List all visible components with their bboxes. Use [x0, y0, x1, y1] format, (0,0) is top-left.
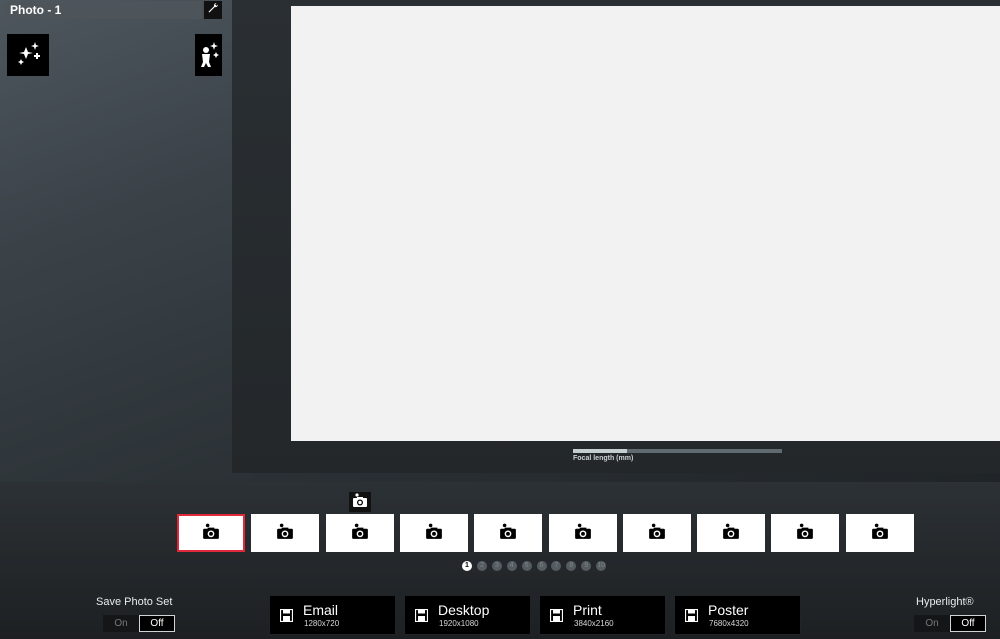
thumbnail-slot[interactable] [251, 514, 320, 552]
export-print-button[interactable]: Print 3840x2160 [539, 595, 666, 635]
page-dot[interactable]: 1 [462, 561, 472, 571]
page-dot[interactable]: 6 [536, 561, 547, 571]
focal-length-fill [573, 449, 628, 453]
thumbnail-slot[interactable] [548, 514, 617, 552]
export-size: 1280x720 [304, 619, 340, 628]
page-dot[interactable]: 5 [521, 561, 532, 571]
export-title: Email [303, 602, 339, 618]
save-icon [684, 608, 699, 627]
save-photo-set-on[interactable]: On [103, 615, 139, 632]
person-stars-icon [198, 38, 220, 73]
settings-button[interactable] [204, 1, 222, 19]
magic-effect-button[interactable] [7, 34, 49, 76]
hyperlight-label: Hyperlight® [916, 596, 974, 608]
save-photo-set-label: Save Photo Set [96, 596, 173, 608]
camera-icon [796, 523, 814, 544]
camera-icon [351, 523, 369, 544]
camera-icon [722, 523, 740, 544]
save-icon [279, 608, 294, 627]
photo-canvas[interactable] [291, 6, 1000, 441]
page-dot[interactable]: 2 [476, 561, 487, 571]
export-size: 1920x1080 [439, 619, 479, 628]
camera-icon [648, 523, 666, 544]
camera-icon [425, 523, 443, 544]
save-icon [414, 608, 429, 627]
export-title: Poster [708, 602, 749, 618]
capture-button[interactable] [349, 492, 371, 512]
thumbnail-slot[interactable] [474, 514, 543, 552]
camera-icon [574, 523, 592, 544]
camera-icon [276, 523, 294, 544]
thumbnail-slot[interactable] [325, 514, 394, 552]
hyperlight-on[interactable]: On [914, 615, 950, 632]
page-dot[interactable]: 3 [491, 561, 502, 571]
sparkle-stars-icon [14, 39, 42, 72]
thumbnail-slot[interactable] [697, 514, 766, 552]
save-photo-set-off[interactable]: Off [139, 615, 175, 632]
save-icon [549, 608, 564, 627]
camera-icon [352, 492, 368, 512]
camera-icon [499, 523, 517, 544]
wizard-button[interactable] [195, 34, 222, 76]
thumbnail-slot[interactable] [622, 514, 691, 552]
focal-length-slider[interactable] [573, 449, 782, 453]
page-dot[interactable]: 4 [506, 561, 517, 571]
thumbnail-slot[interactable] [845, 514, 914, 552]
hyperlight-off[interactable]: Off [950, 615, 986, 632]
focal-length-label: Focal length (mm) [573, 455, 634, 462]
export-title: Desktop [438, 602, 490, 618]
export-title: Print [573, 602, 602, 618]
hyperlight-toggle: On Off [914, 615, 986, 632]
save-photo-set-toggle: On Off [103, 615, 175, 632]
export-desktop-button[interactable]: Desktop 1920x1080 [404, 595, 531, 635]
thumbnail-slot[interactable] [177, 514, 245, 552]
export-size: 7680x4320 [709, 619, 749, 628]
camera-icon [871, 523, 889, 544]
export-email-button[interactable]: Email 1280x720 [269, 595, 396, 635]
wrench-icon [207, 1, 219, 19]
export-size: 3840x2160 [574, 619, 614, 628]
thumbnail-slot[interactable] [771, 514, 840, 552]
photo-title: Photo - 1 [5, 1, 202, 19]
thumbnail-slot[interactable] [399, 514, 468, 552]
export-poster-button[interactable]: Poster 7680x4320 [674, 595, 801, 635]
camera-icon [202, 523, 220, 544]
